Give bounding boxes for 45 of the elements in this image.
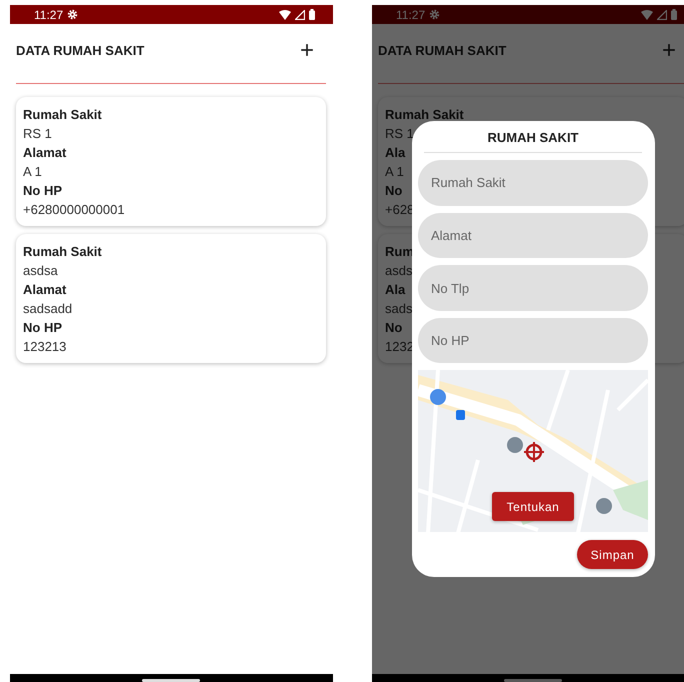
field-value: A 1 bbox=[385, 163, 404, 181]
field-label: Alamat bbox=[23, 144, 66, 162]
field-label: No HP bbox=[23, 182, 62, 200]
input-field[interactable]: No HP bbox=[418, 318, 648, 364]
home-handle[interactable] bbox=[504, 679, 562, 682]
field-label: No bbox=[385, 182, 402, 200]
field-label: Rumah Sakit bbox=[385, 106, 464, 124]
field-label: Alamat bbox=[23, 281, 66, 299]
input-field[interactable]: Rumah Sakit bbox=[418, 160, 648, 206]
set-location-button[interactable]: Tentukan bbox=[492, 492, 574, 522]
field-label: No bbox=[385, 319, 402, 337]
page-title: DATA RUMAH SAKIT bbox=[378, 43, 506, 58]
home-handle[interactable] bbox=[142, 679, 200, 682]
field-label: Rumah Sakit bbox=[23, 243, 102, 261]
hospital-card[interactable]: Rumah Sakit asdsa Alamat sadsadd No HP 123213 bbox=[16, 234, 326, 363]
field-value: A 1 bbox=[23, 163, 42, 181]
input-field[interactable]: No Tlp bbox=[418, 265, 648, 311]
field-label: Rumah Sakit bbox=[23, 106, 102, 124]
status-time: 11:27 bbox=[396, 8, 426, 22]
signal-icon bbox=[657, 10, 667, 20]
field-value: 123213 bbox=[23, 338, 66, 356]
dialog-title: RUMAH SAKIT bbox=[424, 121, 642, 153]
gear-icon bbox=[429, 9, 440, 20]
field-label: Ala bbox=[385, 281, 406, 299]
field-label: No HP bbox=[23, 319, 62, 337]
gear-icon bbox=[67, 9, 78, 20]
field-value: +6280000000001 bbox=[23, 201, 125, 219]
input-field[interactable]: Alamat bbox=[418, 212, 648, 258]
field-value: asdsa bbox=[23, 262, 58, 280]
field-value: sads bbox=[385, 300, 412, 318]
page-title: DATA RUMAH SAKIT bbox=[16, 43, 144, 58]
signal-icon bbox=[295, 10, 305, 20]
field-label: Ala bbox=[385, 144, 406, 162]
field-value: sadsadd bbox=[23, 300, 72, 318]
hospital-card[interactable]: Rumah Sakit RS 1 Alamat A 1 No HP +6280000000001 bbox=[16, 97, 326, 226]
wifi-icon bbox=[279, 10, 291, 20]
add-button[interactable]: + bbox=[288, 38, 326, 62]
battery-icon bbox=[309, 9, 315, 20]
wifi-icon bbox=[641, 10, 653, 20]
save-button[interactable]: Simpan bbox=[577, 540, 648, 570]
field-value: RS 1 bbox=[23, 125, 52, 143]
battery-icon bbox=[671, 9, 677, 20]
field-value: asds bbox=[385, 262, 412, 280]
status-time: 11:27 bbox=[34, 8, 64, 22]
field-value: RS 1 bbox=[385, 125, 414, 143]
